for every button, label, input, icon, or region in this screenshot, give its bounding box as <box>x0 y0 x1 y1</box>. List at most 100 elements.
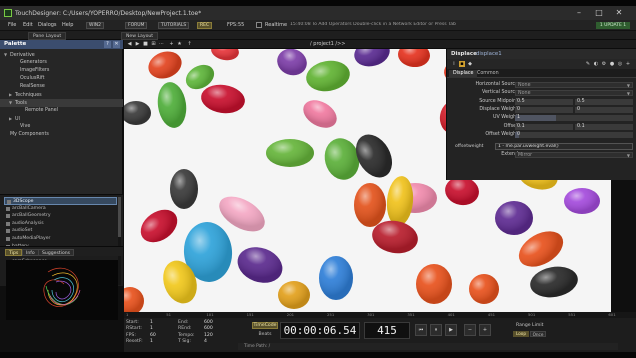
param-field[interactable]: 1 <box>515 115 633 122</box>
param-field[interactable]: 0 <box>515 106 573 113</box>
palette-tree-item[interactable]: RealSense <box>0 83 123 91</box>
palette-tree-item[interactable]: Remote Panel <box>0 107 123 115</box>
palette-tree-item[interactable]: ▼ Derivative <box>0 51 123 59</box>
realtime-checkbox[interactable] <box>256 22 262 28</box>
lock-icon[interactable]: ▪ <box>459 61 465 67</box>
timeline-value[interactable]: 600 <box>204 326 213 331</box>
tab-new-layout[interactable]: New Layout <box>121 32 159 40</box>
tox-item[interactable]: audioAnalysis <box>4 220 117 228</box>
tox-item-label: arcBallCamera <box>12 205 46 211</box>
help-icon[interactable]: ? <box>104 41 111 48</box>
back-button[interactable]: ◀ <box>126 41 133 48</box>
touchdesigner-logo-icon <box>4 9 12 17</box>
network-path[interactable]: / project1 />> <box>310 41 345 48</box>
palette-tree-item[interactable]: ▼ Tools <box>0 99 123 107</box>
timeline-label: Start: <box>126 320 139 325</box>
bookmark-button[interactable]: ★ <box>176 41 183 48</box>
add-param-icon[interactable]: + <box>625 61 631 67</box>
palette-tree-item[interactable]: ▶ UI <box>0 115 123 123</box>
step-back-button[interactable]: − <box>464 324 476 336</box>
timeline-value[interactable]: 600 <box>204 320 213 325</box>
timecode-display[interactable]: 00:00:06.54 <box>280 322 360 339</box>
update-badge[interactable]: 1 UPDATE 1 <box>596 22 630 29</box>
timeline-value[interactable]: 120 <box>204 333 213 338</box>
tab-common[interactable]: Common <box>473 70 503 78</box>
more-button[interactable]: ⋯ <box>158 41 165 48</box>
timeline-value[interactable]: 1 <box>150 320 153 325</box>
timeline-value[interactable]: 60 <box>150 333 156 338</box>
timeline-label: Tempo: <box>178 332 195 338</box>
menu-dialogs[interactable]: Dialogs <box>38 22 57 28</box>
menu-file[interactable]: File <box>8 22 16 28</box>
tox-item[interactable]: arcBallCamera <box>4 205 117 213</box>
tutorials-button[interactable]: TUTORIALS <box>158 22 190 29</box>
display-icon[interactable]: ◎ <box>617 61 623 67</box>
viewer-toggle-icon[interactable]: ● <box>609 61 615 67</box>
palette-title: Palette <box>4 41 27 47</box>
frame-display[interactable]: 415 <box>364 322 410 339</box>
stop-button[interactable]: ■ <box>142 41 149 48</box>
suggestions-button[interactable]: Suggestions <box>38 249 75 256</box>
tab-pane-layout[interactable]: Pane Layout <box>28 32 67 40</box>
close-palette-icon[interactable]: ✕ <box>113 41 120 48</box>
palette-tree-item[interactable]: My Components <box>0 131 123 139</box>
tox-scroll-thumb[interactable] <box>118 197 121 237</box>
rewind-button[interactable]: ⏮ <box>415 324 427 336</box>
once-button[interactable]: Once <box>530 331 546 337</box>
extend-dropdown[interactable]: Mirror ▼ <box>515 152 633 158</box>
loop-button[interactable]: Loop <box>513 331 529 337</box>
timeline-value[interactable]: 4 <box>204 339 207 344</box>
minimize-button[interactable]: – <box>572 8 586 18</box>
menu-edit[interactable]: Edit <box>23 22 33 28</box>
win2-button[interactable]: WIN2 <box>86 22 105 29</box>
tox-item[interactable]: arcBallGeometry <box>4 212 117 220</box>
python-icon[interactable]: ◆ <box>467 61 473 67</box>
edit-icon[interactable]: ✎ <box>585 61 591 67</box>
operator-type: Displace <box>451 51 477 57</box>
info-icon[interactable]: i <box>451 61 457 67</box>
jellybean-highlight <box>319 256 353 300</box>
param-field[interactable]: 0 <box>515 131 633 138</box>
info-button[interactable]: Info <box>22 249 39 256</box>
timeline-value[interactable]: 1 <box>150 326 153 331</box>
param-dropdown[interactable]: None ▼ <box>515 82 633 88</box>
timeline-value[interactable]: 1 <box>150 339 153 344</box>
param-field[interactable]: 0.5 <box>515 98 573 105</box>
grid-button[interactable]: ⊞ <box>150 41 157 48</box>
palette-tree-item[interactable]: ▶ Techniques <box>0 91 123 99</box>
up-button[interactable]: ↑ <box>186 41 193 48</box>
maximize-button[interactable]: □ <box>592 8 606 18</box>
palette-tree-item[interactable]: OculusRift <box>0 75 123 83</box>
add-button[interactable]: + <box>168 41 175 48</box>
bypass-icon[interactable]: ◐ <box>593 61 599 67</box>
expression-field[interactable]: 1 - me.par.uvweight.eval() <box>495 143 633 150</box>
tox-scrollbar[interactable] <box>118 197 121 285</box>
tox-item[interactable]: audioSet <box>4 227 117 235</box>
timecode-button[interactable]: TimeCode <box>252 322 278 329</box>
settings-icon[interactable]: ⚙ <box>601 61 607 67</box>
pause-button[interactable]: ⏸ <box>430 324 442 336</box>
menu-help[interactable]: Help <box>62 22 73 28</box>
param-field[interactable]: 0.1 <box>515 123 573 130</box>
tox-item[interactable]: autoMediaPlayer <box>4 235 117 243</box>
play-button[interactable]: ▶ <box>445 324 457 336</box>
palette-tree-item[interactable]: Generators <box>0 59 123 67</box>
param-field[interactable]: 0.1 <box>575 123 633 130</box>
tox-item[interactable]: 3DScope <box>4 197 117 205</box>
record-badge[interactable]: REC <box>197 22 213 29</box>
realtime-label: Realtime <box>265 22 288 28</box>
beats-button[interactable]: Beats <box>252 331 278 338</box>
param-field[interactable]: 0.5 <box>575 98 633 105</box>
operator-name[interactable]: displace1 <box>476 51 502 57</box>
forward-button[interactable]: ▶ <box>134 41 141 48</box>
palette-tree-item[interactable]: Vive <box>0 123 123 131</box>
forum-button[interactable]: FORUM <box>125 22 148 29</box>
param-field[interactable]: 0 <box>575 106 633 113</box>
close-button[interactable]: ✕ <box>612 8 626 18</box>
tree-item-label: ImageFilters <box>20 68 50 73</box>
param-dropdown[interactable]: None ▼ <box>515 90 633 97</box>
component-icon <box>6 221 10 226</box>
palette-tree-item[interactable]: ImageFilters <box>0 67 123 75</box>
tips-button[interactable]: Tips <box>5 249 23 256</box>
step-forward-button[interactable]: + <box>479 324 491 336</box>
